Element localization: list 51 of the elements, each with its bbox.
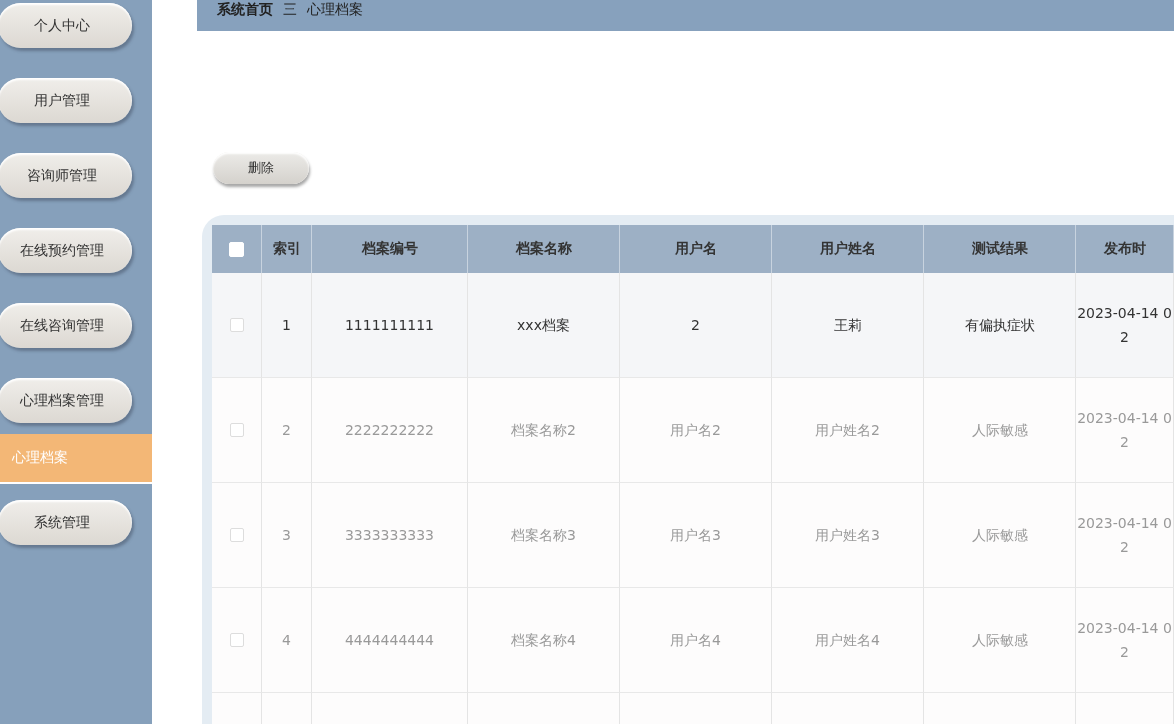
row-checkbox[interactable] <box>229 318 244 332</box>
table-cell-text: 人际敏感 <box>971 526 1028 545</box>
table-cell-text: 用户姓名2 <box>815 421 880 440</box>
table-cell-text: 档案名称3 <box>511 526 576 545</box>
table-cell-text: 2 <box>691 316 700 335</box>
table-cell-text: 有偏执症状 <box>964 316 1035 335</box>
menu-button[interactable]: 用户管理 <box>0 78 132 123</box>
menu-button[interactable]: 系统管理 <box>0 500 132 545</box>
table-cell-text: 用户姓名4 <box>815 631 880 650</box>
table-cell-text: 1 <box>282 316 291 335</box>
column-header: 索引 <box>262 225 312 273</box>
row-checkbox[interactable] <box>229 528 244 542</box>
table-cell-text: 用户名2 <box>670 421 721 440</box>
table-cell-text: 用户姓名3 <box>815 526 880 545</box>
column-header: 档案名称 <box>468 225 620 273</box>
table-cell-text: 2023-04-14 0 2 <box>1077 304 1172 347</box>
table-cell-text: 2222222222 <box>344 421 435 440</box>
delete-button[interactable]: 删除 <box>213 152 309 184</box>
table-cell-text: 4444444444 <box>344 631 435 650</box>
table-cell-text: xxx档案 <box>517 316 570 335</box>
table-cell-text: 3 <box>282 526 291 545</box>
table-cell-text: 2 <box>282 421 291 440</box>
table-cell-text: 王莉 <box>833 316 862 335</box>
table-cell-text: 人际敏感 <box>971 631 1028 650</box>
table-cell-text: 人际敏感 <box>971 421 1028 440</box>
table-cell-text: 用户名4 <box>670 631 721 650</box>
table-cell-text: 2023-04-14 0 2 <box>1077 409 1172 452</box>
menu-button[interactable]: 个人中心 <box>0 3 132 48</box>
menu-button[interactable]: 咨询师管理 <box>0 153 132 198</box>
menu-button[interactable]: 在线咨询管理 <box>0 303 132 348</box>
column-header: 发布时 <box>1076 225 1174 273</box>
column-header: 用户名 <box>620 225 772 273</box>
table-cell-text: 4 <box>282 631 291 650</box>
breadcrumb-link[interactable]: 系统首页 <box>217 1 273 19</box>
table-cell-text: 档案名称2 <box>511 421 576 440</box>
menu-button[interactable]: 在线预约管理 <box>0 228 132 273</box>
select-all-checkbox[interactable] <box>229 241 244 257</box>
table-cell-text: 2023-04-14 0 2 <box>1077 619 1172 662</box>
table-cell-text: 档案名称4 <box>511 631 576 650</box>
breadcrumb-separator: 三 <box>283 1 297 19</box>
row-checkbox[interactable] <box>229 423 244 437</box>
table-cell-text: 用户名3 <box>670 526 721 545</box>
column-header: 用户姓名 <box>772 225 924 273</box>
row-checkbox[interactable] <box>229 633 244 647</box>
table-cell-text: 1111111111 <box>344 316 435 335</box>
breadcrumb-current: 心理档案 <box>307 1 363 19</box>
table-cell-text: 2023-04-14 0 2 <box>1077 514 1172 557</box>
menu-button[interactable]: 心理档案管理 <box>0 378 132 423</box>
column-header: 测试结果 <box>924 225 1076 273</box>
column-header: 档案编号 <box>312 225 468 273</box>
table-cell-text: 3333333333 <box>344 526 435 545</box>
